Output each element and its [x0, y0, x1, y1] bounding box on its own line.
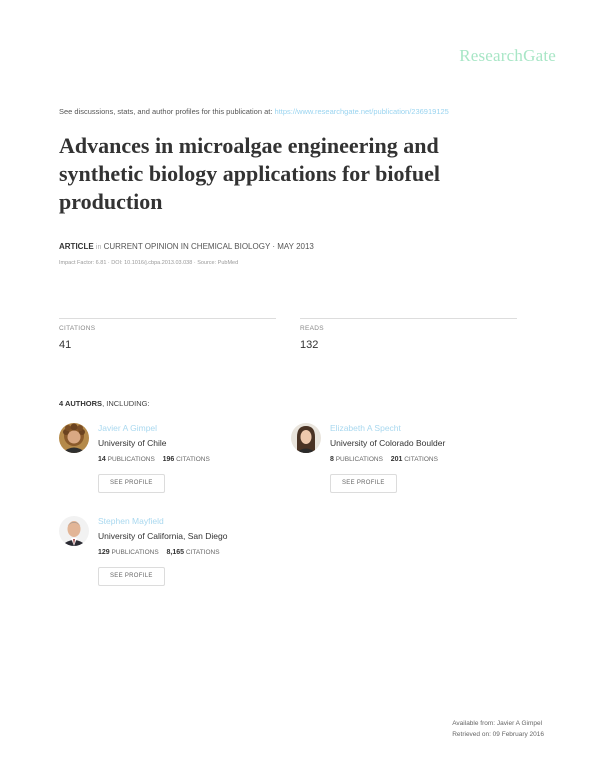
- publications-count: 129: [98, 549, 110, 556]
- author-institution: University of Chile: [98, 438, 167, 448]
- see-discussions-line: See discussions, stats, and author profi…: [59, 107, 449, 116]
- avatar[interactable]: [291, 423, 321, 453]
- author-stats: 14 PUBLICATIONS 196 CITATIONS: [98, 456, 210, 463]
- author-name[interactable]: Stephen Mayfield: [98, 516, 164, 526]
- publications-label: PUBLICATIONS: [107, 456, 155, 463]
- see-profile-button[interactable]: SEE PROFILE: [98, 474, 165, 493]
- impact-factor-line: Impact Factor: 6.81 · DOI: 10.1016/j.cbp…: [59, 260, 239, 266]
- author-stats: 129 PUBLICATIONS 8,165 CITATIONS: [98, 549, 220, 556]
- see-discussions-text: See discussions, stats, and author profi…: [59, 107, 273, 116]
- author-name[interactable]: Javier A Gimpel: [98, 423, 157, 433]
- author-card: Stephen Mayfield University of Californi…: [59, 516, 299, 596]
- author-name[interactable]: Elizabeth A Specht: [330, 423, 401, 433]
- publication-link[interactable]: https://www.researchgate.net/publication…: [275, 107, 449, 116]
- publications-count: 8: [330, 456, 334, 463]
- reads-divider: [300, 318, 517, 319]
- author-institution: University of Colorado Boulder: [330, 438, 446, 448]
- publications-label: PUBLICATIONS: [111, 549, 159, 556]
- publications-count: 14: [98, 456, 106, 463]
- reads-label: READS: [300, 325, 324, 332]
- journal-name[interactable]: CURRENT OPINION IN CHEMICAL BIOLOGY · MA…: [104, 242, 314, 251]
- see-profile-button[interactable]: SEE PROFILE: [330, 474, 397, 493]
- publications-label: PUBLICATIONS: [335, 456, 383, 463]
- authors-heading-suffix: , INCLUDING:: [102, 399, 150, 408]
- citations-label: CITATIONS: [185, 549, 220, 556]
- citations-count: 196: [162, 456, 175, 463]
- citations-count: 201: [390, 456, 403, 463]
- retrieved-on: Retrieved on: 09 February 2016: [452, 731, 544, 738]
- authors-heading: 4 AUTHORS, INCLUDING:: [59, 399, 150, 408]
- publication-type: ARTICLE: [59, 242, 94, 251]
- avatar[interactable]: [59, 423, 89, 453]
- footer: Available from: Javier A Gimpel Retrieve…: [452, 718, 544, 740]
- title-line: Advances in microalgae engineering and: [59, 133, 439, 158]
- citations-count: 8,165: [166, 549, 185, 556]
- avatar[interactable]: [59, 516, 89, 546]
- citations-label: CITATIONS: [59, 325, 96, 332]
- publication-meta: ARTICLE in CURRENT OPINION IN CHEMICAL B…: [59, 242, 314, 251]
- author-card: Elizabeth A Specht University of Colorad…: [291, 423, 531, 503]
- publication-title: Advances in microalgae engineering and s…: [59, 132, 559, 216]
- citations-label: CITATIONS: [404, 456, 438, 463]
- author-institution: University of California, San Diego: [98, 531, 228, 541]
- author-card: Javier A Gimpel University of Chile 14 P…: [59, 423, 299, 503]
- reads-value: 132: [300, 339, 319, 351]
- title-line: production: [59, 189, 163, 214]
- author-stats: 8 PUBLICATIONS 201 CITATIONS: [330, 456, 438, 463]
- title-line: synthetic biology applications for biofu…: [59, 161, 440, 186]
- researchgate-logo: ResearchGate: [459, 46, 556, 65]
- available-from: Available from: Javier A Gimpel: [452, 720, 543, 727]
- citations-label: CITATIONS: [176, 456, 210, 463]
- citations-divider: [59, 318, 276, 319]
- see-profile-button[interactable]: SEE PROFILE: [98, 567, 165, 586]
- in-word: in: [95, 244, 102, 251]
- authors-count: 4 AUTHORS: [59, 399, 103, 408]
- citations-value: 41: [59, 339, 72, 351]
